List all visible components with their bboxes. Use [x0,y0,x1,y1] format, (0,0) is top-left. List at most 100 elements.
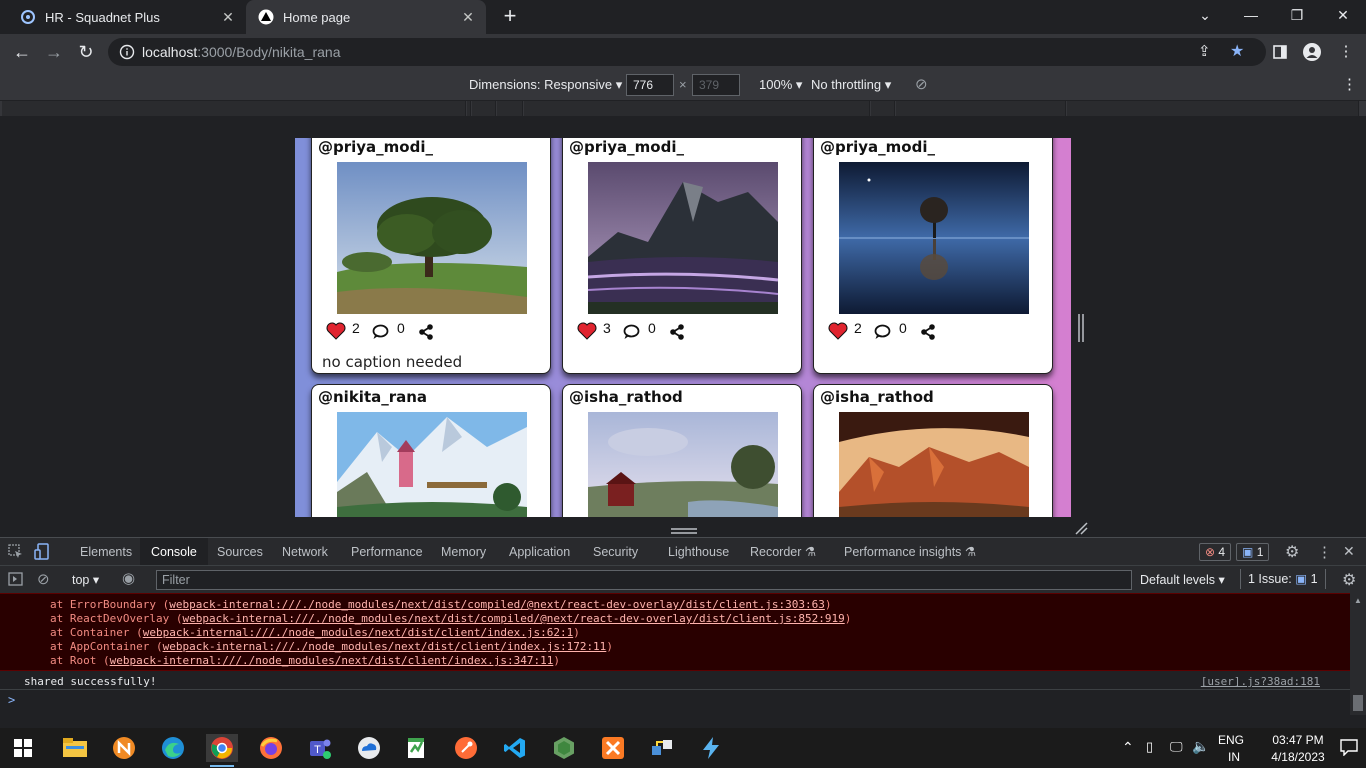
like-heart-icon[interactable] [577,322,597,343]
log-levels-select[interactable]: Default levels ▾ [1140,572,1225,587]
error-count-badge[interactable]: ⊗ 4 [1199,543,1232,561]
cloud-app-icon[interactable] [354,734,384,762]
scroll-thumb[interactable] [1353,695,1363,711]
rotate-disabled-icon[interactable]: ⊘ [915,75,928,93]
close-tab-icon[interactable]: ✕ [460,9,476,25]
network-icon[interactable]: 🖵 [1170,739,1183,755]
teams-icon[interactable]: T [305,734,335,762]
issues-button[interactable]: 1 Issue: ▣ 1 [1240,569,1326,589]
postman-icon[interactable] [451,734,481,762]
post-image[interactable] [839,412,1029,517]
console-sidebar-icon[interactable] [8,572,23,589]
post-image[interactable] [588,412,778,517]
bookmark-star-icon[interactable]: ★ [1230,41,1244,61]
tab-recorder[interactable]: Recorder ⚗ [739,538,827,566]
devtools-menu-icon[interactable]: ⋮ [1317,543,1332,561]
message-count-badge[interactable]: ▣ 1 [1236,543,1270,561]
settings-gear-icon[interactable]: ⚙ [1285,542,1299,562]
media-query-bar[interactable] [0,100,1366,116]
device-toggle-icon[interactable] [34,543,50,563]
tab-search-icon[interactable]: ⌄ [1182,0,1228,30]
log-source-link[interactable]: [user].js?38ad:181 [1201,675,1320,688]
notepad-plus-icon[interactable] [402,734,432,762]
address-bar[interactable]: localhost:3000/Body/nikita_rana ⇪ ★ [108,38,1266,66]
share-page-icon[interactable]: ⇪ [1198,42,1211,60]
stack-link[interactable]: webpack-internal:///./node_modules/next/… [163,640,607,653]
reload-icon[interactable]: ↻ [74,40,98,64]
viewport-resize-handle-bottom[interactable] [671,522,697,534]
width-input[interactable]: 776 [626,74,674,96]
close-window-icon[interactable]: ✕ [1320,0,1366,30]
post-image[interactable] [337,412,527,517]
viewport-resize-handle-corner[interactable] [1074,521,1088,535]
tab-security[interactable]: Security [582,538,649,566]
post-username[interactable]: @priya_modi_ [820,138,935,156]
device-toolbar-menu-icon[interactable]: ⋮ [1342,75,1357,93]
close-tab-icon[interactable]: ✕ [220,9,236,25]
file-explorer-icon[interactable] [60,734,90,762]
language-indicator[interactable]: ENG IN [1218,733,1244,764]
comment-icon[interactable] [623,324,640,343]
close-devtools-icon[interactable]: ✕ [1343,543,1355,560]
tab-sources[interactable]: Sources [206,538,274,566]
stack-link[interactable]: webpack-internal:///./node_modules/next/… [169,598,825,611]
xampp-icon[interactable] [598,734,628,762]
forward-icon[interactable]: → [42,40,66,64]
show-hidden-icons-chevron-icon[interactable]: ⌃ [1122,739,1134,756]
post-image[interactable] [337,162,527,314]
share-icon[interactable] [418,324,434,343]
chrome-taskbar-icon[interactable] [206,734,238,762]
stack-link[interactable]: webpack-internal:///./node_modules/next/… [182,612,844,625]
post-username[interactable]: @nikita_rana [318,388,427,406]
post-username[interactable]: @priya_modi_ [318,138,433,156]
notifications-icon[interactable] [1340,738,1358,759]
vscode-icon[interactable] [500,734,530,762]
tab-memory[interactable]: Memory [430,538,497,566]
tab-elements[interactable]: Elements [69,538,143,566]
comment-icon[interactable] [372,324,389,343]
tab-network[interactable]: Network [271,538,339,566]
dimensions-select[interactable]: Dimensions: Responsive ▾ [469,77,622,93]
post-username[interactable]: @isha_rathod [820,388,934,406]
clock[interactable]: 03:47 PM 4/18/2023 [1270,733,1326,764]
post-image[interactable] [588,162,778,314]
like-heart-icon[interactable] [828,322,848,343]
volume-icon[interactable]: 🔈 [1192,738,1209,755]
inspect-element-icon[interactable] [8,544,23,562]
stack-link[interactable]: webpack-internal:///./node_modules/next/… [143,626,573,639]
scroll-up-icon[interactable]: ▲ [1354,596,1362,605]
comment-icon[interactable] [874,324,891,343]
tab-performance[interactable]: Performance [340,538,434,566]
back-icon[interactable]: ← [10,40,34,64]
context-select[interactable]: top ▾ [72,572,99,587]
battery-icon[interactable]: ▯ [1146,739,1153,755]
tab-console[interactable]: Console [140,538,208,566]
app-n-icon[interactable] [109,734,139,762]
clear-console-icon[interactable]: ⊘ [37,570,50,588]
share-icon[interactable] [669,324,685,343]
bolt-app-icon[interactable] [696,734,726,762]
nodejs-icon[interactable] [549,734,579,762]
tab-hr-squadnet[interactable]: HR - Squadnet Plus ✕ [8,0,246,34]
live-expression-eye-icon[interactable]: ◉ [122,569,135,587]
chrome-menu-icon[interactable]: ⋮ [1334,40,1358,64]
tab-performance-insights[interactable]: Performance insights ⚗ [833,538,987,566]
like-heart-icon[interactable] [326,322,346,343]
post-username[interactable]: @isha_rathod [569,388,683,406]
share-icon[interactable] [920,324,936,343]
post-image[interactable] [839,162,1029,314]
console-scrollbar[interactable]: ▲ [1350,593,1366,715]
firefox-icon[interactable] [256,734,286,762]
site-info-icon[interactable] [119,44,135,60]
profile-icon[interactable] [1300,40,1324,64]
restore-icon[interactable]: ❐ [1274,0,1320,30]
post-username[interactable]: @priya_modi_ [569,138,684,156]
viewport-resize-handle-right[interactable] [1077,314,1085,342]
tab-home-page[interactable]: Home page ✕ [246,0,486,34]
console-filter-input[interactable]: Filter [156,570,1132,590]
side-panel-icon[interactable] [1268,40,1292,64]
tab-application[interactable]: Application [498,538,581,566]
tab-lighthouse[interactable]: Lighthouse [657,538,740,566]
zoom-select[interactable]: 100% ▾ [759,77,802,93]
edge-browser-icon[interactable] [158,734,188,762]
